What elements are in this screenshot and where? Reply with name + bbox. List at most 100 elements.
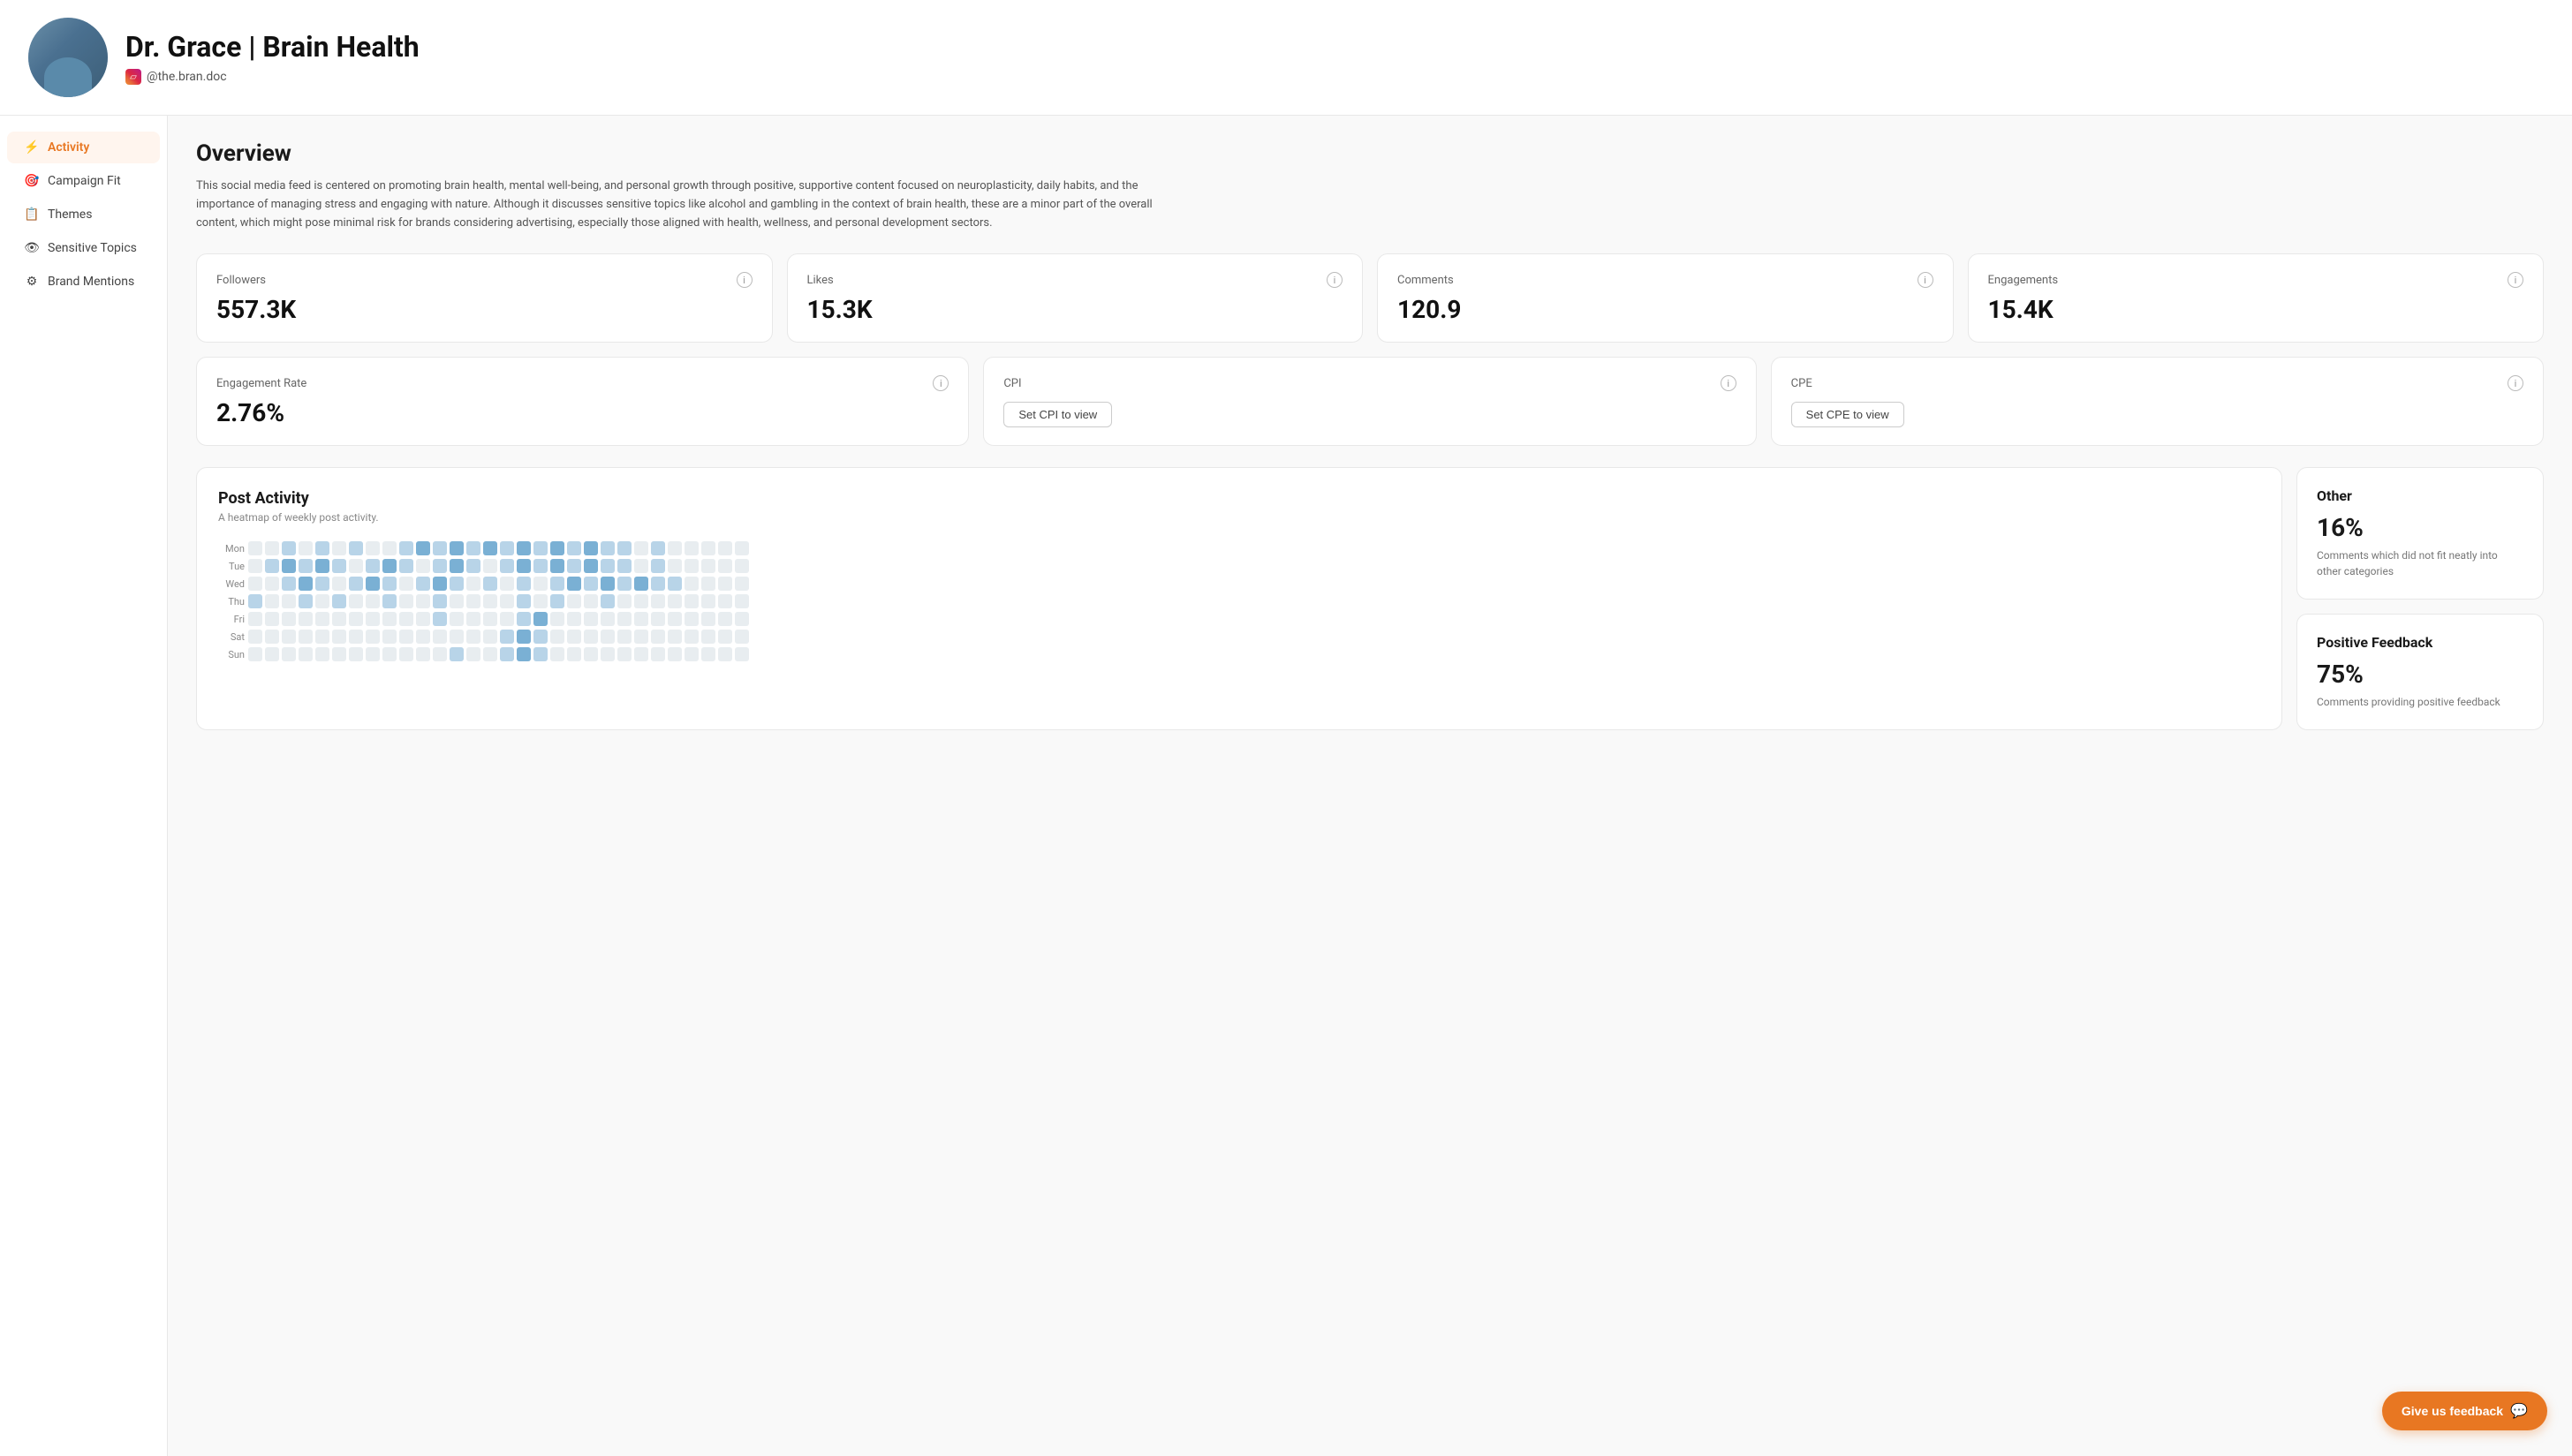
heatmap-cells	[248, 630, 749, 644]
set-cpi-button[interactable]: Set CPI to view	[1003, 402, 1112, 427]
cpe-info-icon[interactable]: i	[2508, 375, 2523, 391]
heatmap-row: Tue	[218, 559, 2260, 573]
heatmap-cell	[282, 559, 296, 573]
heatmap-row: Fri	[218, 612, 2260, 626]
heatmap-cell	[399, 541, 413, 555]
heatmap-cell	[466, 612, 480, 626]
feedback-button[interactable]: Give us feedback 💬	[2382, 1392, 2547, 1430]
other-card: Other 16% Comments which did not fit nea…	[2296, 467, 2544, 600]
heatmap-cell	[500, 559, 514, 573]
sidebar-item-sensitive-topics[interactable]: 👁 Sensitive Topics	[7, 232, 160, 264]
heatmap-cell	[349, 647, 363, 661]
heatmap-day-label: Wed	[218, 578, 245, 590]
heatmap-cell	[450, 559, 464, 573]
heatmap-cell	[651, 630, 665, 644]
bottom-row: Post Activity A heatmap of weekly post a…	[196, 467, 2544, 730]
followers-info-icon[interactable]: i	[737, 272, 753, 288]
heatmap-cell	[483, 612, 497, 626]
heatmap-cell	[466, 541, 480, 555]
heatmap-cell	[366, 594, 380, 608]
heatmap-cell	[349, 577, 363, 591]
set-cpe-button[interactable]: Set CPE to view	[1791, 402, 1904, 427]
instagram-handle: @the.bran.doc	[147, 70, 227, 84]
heatmap-cell	[299, 541, 313, 555]
heatmap-cell	[718, 577, 732, 591]
heatmap-cell	[550, 541, 564, 555]
heatmap-cell	[533, 577, 548, 591]
heatmap-row: Sat	[218, 630, 2260, 644]
cpi-info-icon[interactable]: i	[1721, 375, 1736, 391]
heatmap-cell	[416, 559, 430, 573]
heatmap-cell	[601, 612, 615, 626]
sidebar-item-themes[interactable]: 📋 Themes	[7, 199, 160, 230]
heatmap-cell	[550, 577, 564, 591]
heatmap-cell	[315, 594, 329, 608]
heatmap-cell	[718, 541, 732, 555]
heatmap-cell	[718, 612, 732, 626]
heatmap-cell	[634, 577, 648, 591]
heatmap-cell	[315, 647, 329, 661]
heatmap-cell	[483, 559, 497, 573]
heatmap-cell	[517, 541, 531, 555]
instagram-link[interactable]: ▱ @the.bran.doc	[125, 69, 420, 85]
engagement-rate-info-icon[interactable]: i	[933, 375, 949, 391]
heatmap-cell	[299, 647, 313, 661]
heatmap-cell	[735, 630, 749, 644]
heatmap-row: Mon	[218, 541, 2260, 555]
heatmap-cell	[332, 577, 346, 591]
likes-value: 15.3K	[807, 295, 1343, 324]
heatmap-cell	[450, 594, 464, 608]
heatmap-cell	[450, 612, 464, 626]
heatmap-cell	[601, 577, 615, 591]
heatmap-cell	[265, 594, 279, 608]
heatmap-cell	[483, 594, 497, 608]
heatmap-cell	[533, 541, 548, 555]
heatmap-cell	[433, 612, 447, 626]
heatmap-cell	[450, 577, 464, 591]
sidebar-item-activity[interactable]: ⚡ Activity	[7, 132, 160, 163]
heatmap-cell	[332, 541, 346, 555]
heatmap-cell	[248, 594, 262, 608]
heatmap-cell	[433, 630, 447, 644]
heatmap-cell	[366, 612, 380, 626]
engagements-info-icon[interactable]: i	[2508, 272, 2523, 288]
sidebar-item-campaign-fit[interactable]: 🎯 Campaign Fit	[7, 165, 160, 197]
heatmap-cell	[382, 612, 397, 626]
heatmap-cell	[685, 577, 699, 591]
heatmap-cell	[735, 612, 749, 626]
heatmap-cell	[248, 577, 262, 591]
heatmap-cell	[315, 541, 329, 555]
heatmap-cell	[466, 559, 480, 573]
heatmap-cell	[651, 559, 665, 573]
comments-label: Comments	[1397, 274, 1454, 287]
heatmap-cell	[651, 541, 665, 555]
heatmap-cell	[299, 559, 313, 573]
heatmap-cells	[248, 594, 749, 608]
heatmap-cell	[634, 612, 648, 626]
comments-info-icon[interactable]: i	[1918, 272, 1933, 288]
heatmap-cell	[567, 577, 581, 591]
likes-info-icon[interactable]: i	[1327, 272, 1343, 288]
heatmap-cell	[617, 647, 632, 661]
heatmap-cell	[550, 594, 564, 608]
heatmap-cell	[617, 577, 632, 591]
heatmap-cell	[416, 594, 430, 608]
feedback-chat-icon: 💬	[2510, 1402, 2528, 1420]
heatmap-cell	[433, 577, 447, 591]
main-layout: ⚡ Activity 🎯 Campaign Fit 📋 Themes 👁 Sen…	[0, 116, 2572, 1456]
positive-feedback-percentage: 75%	[2317, 660, 2523, 689]
sidebar-item-brand-mentions[interactable]: ⚙ Brand Mentions	[7, 266, 160, 298]
heatmap-cell	[382, 541, 397, 555]
engagement-rate-value: 2.76%	[216, 398, 949, 427]
heatmap-cell	[248, 630, 262, 644]
stat-engagements: Engagements i 15.4K	[1968, 253, 2545, 343]
heatmap-cells	[248, 647, 749, 661]
heatmap-cell	[567, 594, 581, 608]
heatmap-cell	[701, 541, 715, 555]
stat-cpe: CPE i Set CPE to view	[1771, 357, 2544, 446]
heatmap-cell	[533, 559, 548, 573]
heatmap-cell	[349, 594, 363, 608]
heatmap-cell	[366, 541, 380, 555]
heatmap-cell	[265, 577, 279, 591]
stat-likes: Likes i 15.3K	[787, 253, 1364, 343]
